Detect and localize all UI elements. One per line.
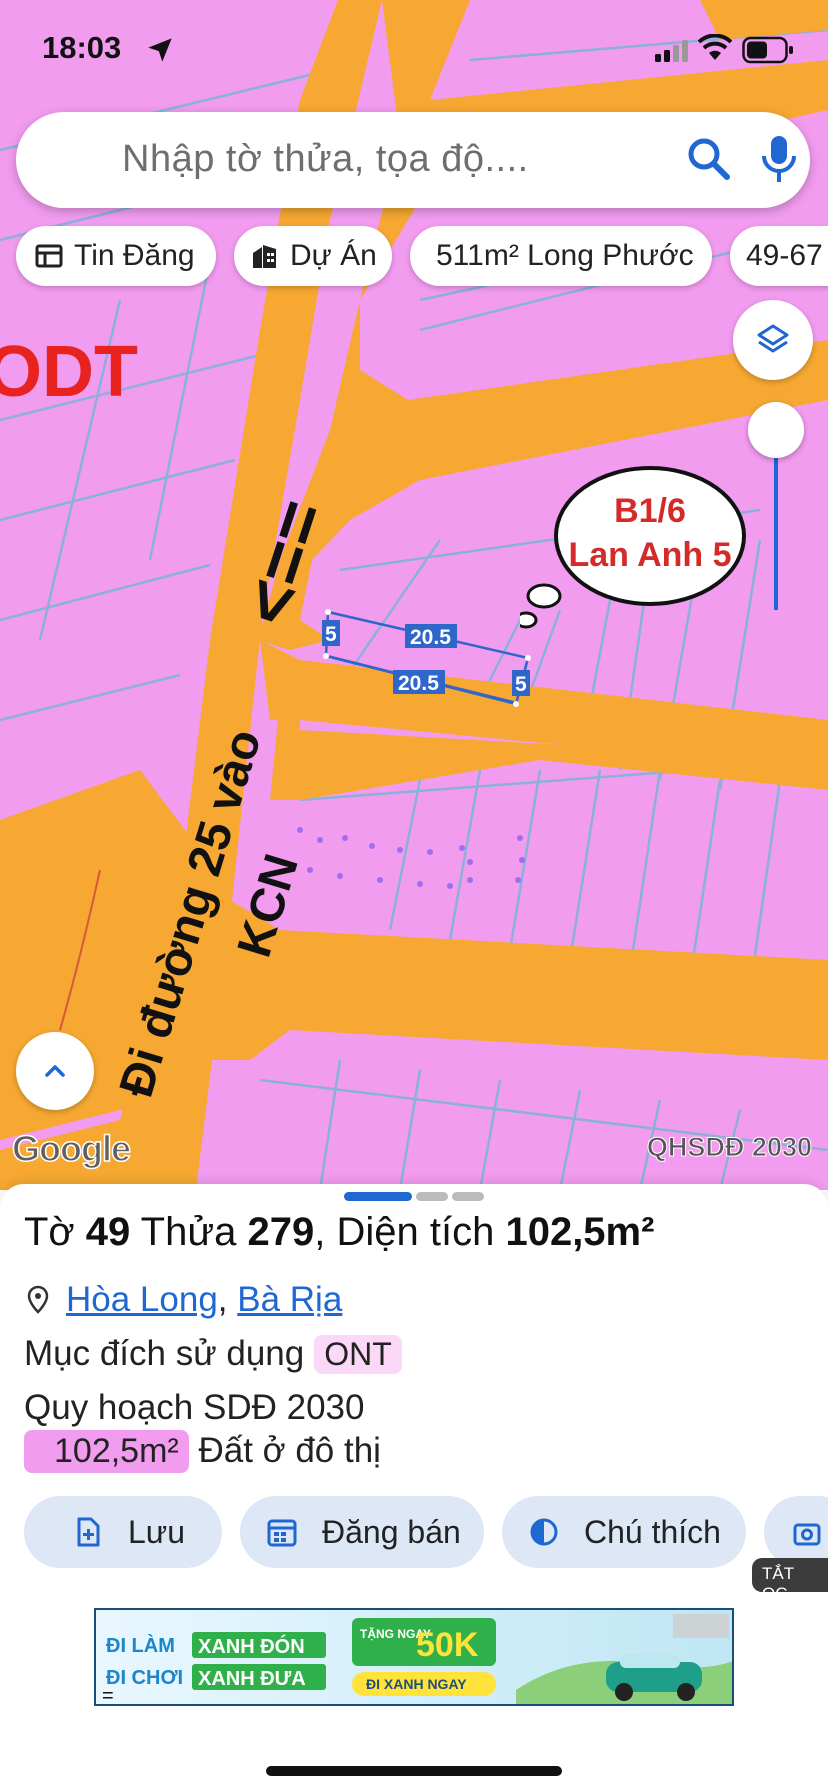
post-sale-label: Đăng bán: [322, 1513, 461, 1550]
svg-text:=: =: [102, 1685, 114, 1706]
layers-button[interactable]: [733, 300, 813, 380]
save-label: Lưu: [128, 1513, 186, 1550]
contrast-icon: [530, 1518, 558, 1546]
status-bar: 18:03: [0, 0, 828, 100]
chip-label: 511m² Long Phước: [436, 239, 694, 272]
chip-recent-parcel[interactable]: 49-67: [730, 226, 828, 286]
wifi-icon: [698, 34, 732, 60]
chip-du-an[interactable]: Dự Án: [234, 226, 392, 286]
post-sale-button[interactable]: Đăng bán: [240, 1496, 484, 1568]
calendar-icon: [267, 1519, 297, 1547]
plan-area-badge: 102,5m²: [24, 1430, 189, 1473]
dim-top-long: 20.5: [410, 626, 451, 649]
legend-label: Chú thích: [584, 1513, 721, 1550]
chip-label: 49-67: [746, 239, 823, 272]
svg-text:ĐI CHƠI: ĐI CHƠI: [106, 1667, 183, 1689]
action-buttons: Lưu Đăng bán Chú thích: [24, 1496, 828, 1568]
chip-recent-search[interactable]: 511m² Long Phước: [410, 226, 712, 286]
cellular-signal-icon: [655, 40, 688, 62]
expand-sheet-button[interactable]: [16, 1032, 94, 1110]
battery-icon: [742, 36, 793, 64]
legend-button[interactable]: Chú thích: [502, 1496, 746, 1568]
svg-text:ĐI LÀM: ĐI LÀM: [106, 1634, 175, 1657]
search-input[interactable]: Nhập tờ thửa, tọa độ....: [122, 138, 529, 181]
dim-bottom-long: 20.5: [398, 672, 439, 695]
ad-banner[interactable]: ĐI LÀM XANH ĐÓN ĐI CHƠI XANH ĐƯA TẶNG NG…: [94, 1608, 734, 1706]
usage-row: Mục đích sử dụng ONT: [24, 1334, 402, 1374]
plan-area-desc: Đất ở đô thị: [198, 1431, 381, 1470]
parcel-number: 279: [247, 1210, 315, 1254]
ad-artwork: ĐI LÀM XANH ĐÓN ĐI CHƠI XANH ĐƯA TẶNG NG…: [102, 1614, 732, 1706]
google-logo: Google: [11, 1127, 132, 1170]
parcel-title: Tờ 49 Thửa 279, Diện tích 102,5m²: [24, 1210, 654, 1255]
pager-dot: [452, 1192, 484, 1201]
usage-label: Mục đích sử dụng: [24, 1334, 305, 1373]
opacity-slider-handle[interactable]: [748, 402, 804, 458]
save-button[interactable]: Lưu: [24, 1496, 222, 1568]
hide-ad-button[interactable]: TẮT QC: [752, 1558, 828, 1603]
bubble-line2: Lan Anh 5: [568, 536, 731, 574]
map-pin-icon: [27, 1285, 49, 1314]
city-link[interactable]: Bà Rịa: [237, 1280, 342, 1320]
filter-chips: Tin Đăng Dự Án 511m² Long Phước 49-67: [16, 226, 828, 286]
status-time: 18:03: [42, 30, 122, 65]
svg-text:50K: 50K: [416, 1626, 479, 1664]
note-bubble: B1/6 Lan Anh 5: [520, 466, 746, 629]
parcel-location: Hòa Long, Bà Rịa: [24, 1280, 342, 1320]
pager-dot-active: [344, 1192, 412, 1201]
chip-label: Tin Đăng: [74, 239, 195, 272]
dim-right-short: 5: [515, 673, 527, 696]
buildings-icon: [253, 245, 276, 268]
parcel-area: 102,5m²: [505, 1210, 655, 1254]
title-mid: Thửa: [130, 1210, 248, 1254]
dim-left-short: 5: [325, 623, 337, 646]
chip-tin-dang[interactable]: Tin Đăng: [16, 226, 216, 286]
chevron-up-icon: [45, 1065, 65, 1077]
search-bar[interactable]: Nhập tờ thửa, tọa độ....: [16, 112, 810, 208]
plan-area-row: 102,5m² Đất ở đô thị: [24, 1430, 381, 1473]
ward-link[interactable]: Hòa Long: [66, 1280, 218, 1320]
search-icon[interactable]: [684, 134, 734, 184]
add-file-icon: [77, 1517, 100, 1547]
pager-dot: [416, 1192, 448, 1201]
home-indicator: [266, 1766, 562, 1776]
map-view[interactable]: ODT <== Đi đường 25 vào KCN 20.5 20.5 5 …: [0, 0, 828, 1190]
parcel-info-sheet[interactable]: Tờ 49 Thửa 279, Diện tích 102,5m² Hòa Lo…: [0, 1184, 828, 1792]
add-photo-icon: [793, 1523, 821, 1546]
location-separator: ,: [217, 1280, 238, 1319]
sheet-number: 49: [85, 1210, 131, 1254]
table-icon: [35, 244, 63, 268]
plan-line: Quy hoạch SDĐ 2030: [24, 1388, 365, 1427]
location-arrow-icon: [148, 38, 172, 62]
svg-text:XANH ĐÓN: XANH ĐÓN: [198, 1634, 305, 1658]
title-area-prefix: , Diện tích: [314, 1210, 506, 1254]
title-prefix: Tờ: [24, 1210, 86, 1254]
microphone-icon[interactable]: [754, 132, 804, 186]
layers-icon: [757, 324, 789, 353]
plan-layer-label: QHSDĐ 2030: [646, 1132, 812, 1163]
svg-text:XANH ĐƯA: XANH ĐƯA: [198, 1668, 306, 1690]
usage-code-badge: ONT: [314, 1335, 402, 1374]
chip-label: Dự Án: [290, 239, 377, 272]
svg-text:ĐI XANH NGAY: ĐI XANH NGAY: [366, 1676, 467, 1692]
bubble-line1: B1/6: [614, 492, 686, 530]
